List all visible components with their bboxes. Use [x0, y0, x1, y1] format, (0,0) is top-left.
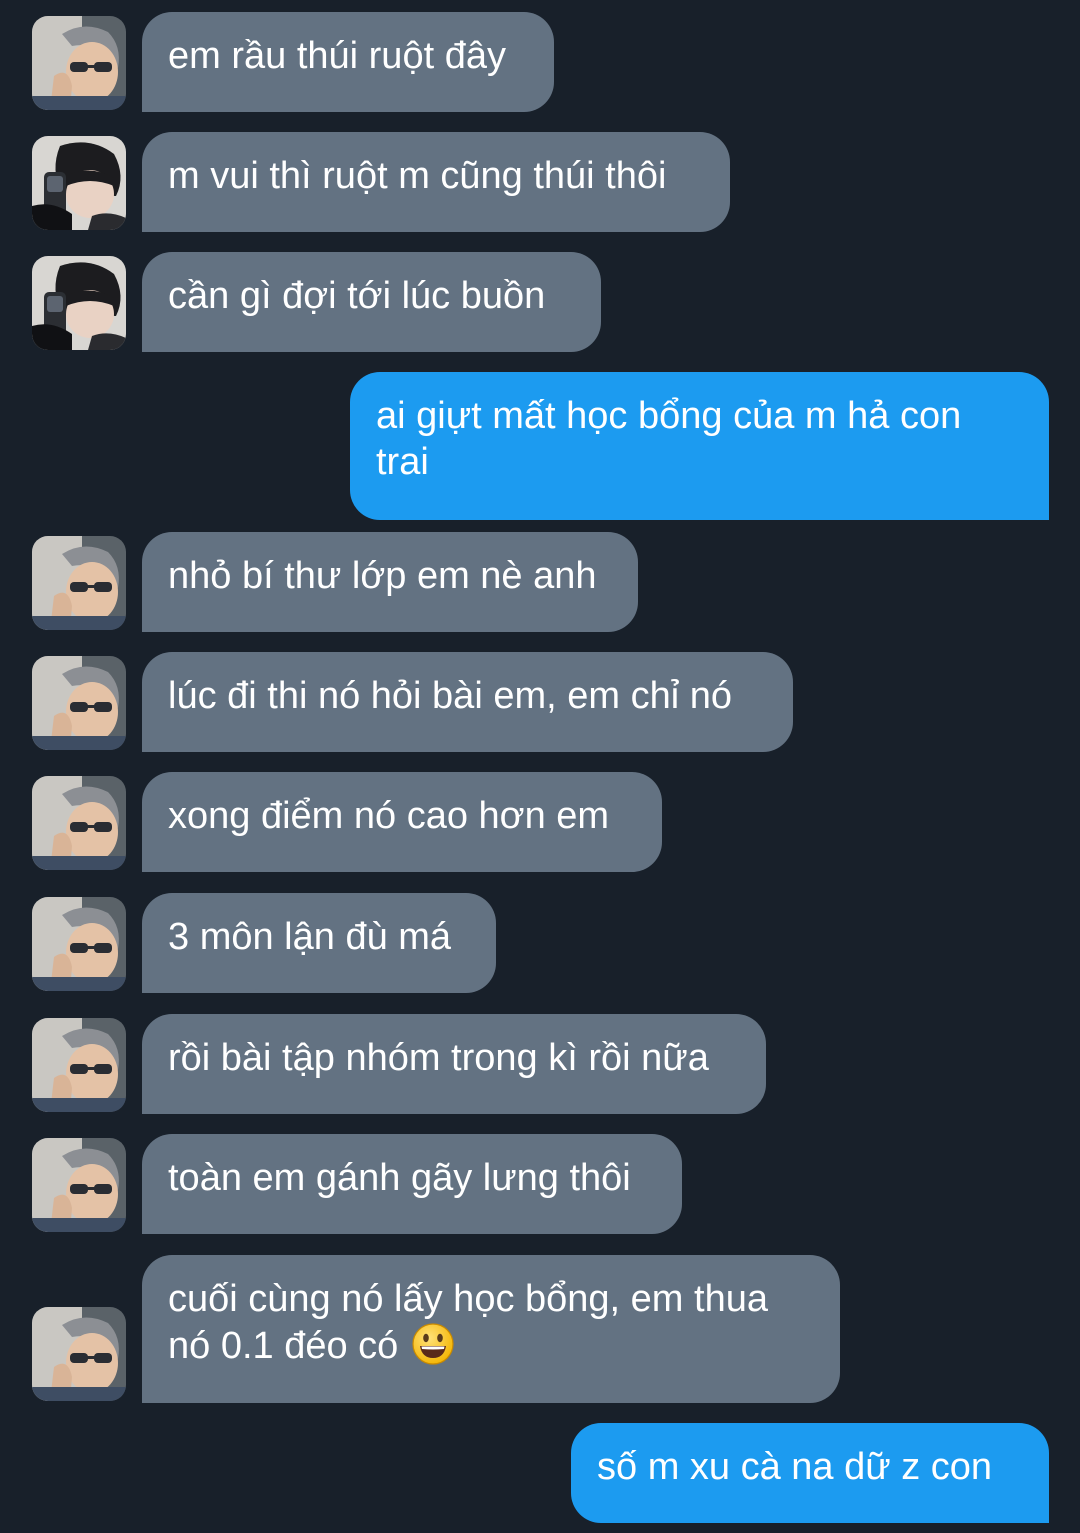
- message-row-incoming: cuối cùng nó lấy học bổng, em thua nó 0.…: [0, 1255, 1080, 1403]
- message-text: ai giựt mất học bổng của m hả con trai: [376, 395, 962, 483]
- incoming-message-bubble[interactable]: rồi bài tập nhóm trong kì rồi nữa: [142, 1014, 766, 1114]
- incoming-message-bubble[interactable]: nhỏ bí thư lớp em nè anh: [142, 532, 638, 632]
- message-text: lúc đi thi nó hỏi bài em, em chỉ nó: [168, 675, 732, 717]
- avatar-sunglasses-image: [32, 1307, 126, 1401]
- message-text: nhỏ bí thư lớp em nè anh: [168, 555, 597, 597]
- message-row-incoming: cần gì đợi tới lúc buồn: [0, 252, 1080, 352]
- incoming-message-bubble[interactable]: cần gì đợi tới lúc buồn: [142, 252, 601, 352]
- message-text: rồi bài tập nhóm trong kì rồi nữa: [168, 1037, 709, 1079]
- incoming-message-bubble[interactable]: cuối cùng nó lấy học bổng, em thua nó 0.…: [142, 1255, 840, 1403]
- avatar-sunglasses-image: [32, 1018, 126, 1112]
- incoming-message-bubble[interactable]: xong điểm nó cao hơn em: [142, 772, 662, 872]
- contact-avatar[interactable]: [32, 16, 126, 110]
- contact-avatar[interactable]: [32, 1018, 126, 1112]
- message-row-incoming: xong điểm nó cao hơn em: [0, 772, 1080, 872]
- avatar-phone-selfie-image: [32, 136, 126, 230]
- message-text: em rầu thúi ruột đây: [168, 35, 506, 77]
- contact-avatar[interactable]: [32, 897, 126, 991]
- avatar-sunglasses-image: [32, 536, 126, 630]
- incoming-message-bubble[interactable]: toàn em gánh gãy lưng thôi: [142, 1134, 682, 1234]
- message-text: cần gì đợi tới lúc buồn: [168, 275, 546, 317]
- incoming-message-bubble[interactable]: lúc đi thi nó hỏi bài em, em chỉ nó: [142, 652, 793, 752]
- avatar-sunglasses-image: [32, 656, 126, 750]
- contact-avatar[interactable]: [32, 256, 126, 350]
- message-row-incoming: m vui thì ruột m cũng thúi thôi: [0, 132, 1080, 232]
- message-row-incoming: em rầu thúi ruột đây: [0, 12, 1080, 112]
- message-text: 3 môn lận đù má: [168, 916, 452, 958]
- incoming-message-bubble[interactable]: m vui thì ruột m cũng thúi thôi: [142, 132, 730, 232]
- message-text: xong điểm nó cao hơn em: [168, 795, 610, 837]
- avatar-sunglasses-image: [32, 897, 126, 991]
- incoming-message-bubble[interactable]: 3 môn lận đù má: [142, 893, 496, 993]
- outgoing-message-bubble[interactable]: số m xu cà na dữ z con: [571, 1423, 1049, 1523]
- message-text: m vui thì ruột m cũng thúi thôi: [168, 155, 667, 197]
- contact-avatar[interactable]: [32, 536, 126, 630]
- avatar-sunglasses-image: [32, 16, 126, 110]
- contact-avatar[interactable]: [32, 656, 126, 750]
- outgoing-message-bubble[interactable]: ai giựt mất học bổng của m hả con trai: [350, 372, 1049, 520]
- contact-avatar[interactable]: [32, 1307, 126, 1401]
- contact-avatar[interactable]: [32, 1138, 126, 1232]
- contact-avatar[interactable]: [32, 136, 126, 230]
- message-row-outgoing: số m xu cà na dữ z con: [0, 1423, 1080, 1523]
- message-row-outgoing: ai giựt mất học bổng của m hả con trai: [0, 372, 1080, 520]
- avatar-sunglasses-image: [32, 776, 126, 870]
- message-row-incoming: rồi bài tập nhóm trong kì rồi nữa: [0, 1014, 1080, 1114]
- incoming-message-bubble[interactable]: em rầu thúi ruột đây: [142, 12, 554, 112]
- avatar-sunglasses-image: [32, 1138, 126, 1232]
- contact-avatar[interactable]: [32, 776, 126, 870]
- message-row-incoming: toàn em gánh gãy lưng thôi: [0, 1134, 1080, 1234]
- avatar-phone-selfie-image: [32, 256, 126, 350]
- message-thread: em rầu thúi ruột đây m vui thì ruột m cũ…: [0, 0, 1080, 1533]
- message-row-incoming: lúc đi thi nó hỏi bài em, em chỉ nó: [0, 652, 1080, 752]
- message-row-incoming: 3 môn lận đù má: [0, 893, 1080, 993]
- message-text: số m xu cà na dữ z con: [597, 1446, 993, 1488]
- message-text: toàn em gánh gãy lưng thôi: [168, 1157, 631, 1199]
- message-text: cuối cùng nó lấy học bổng, em thua nó 0.…: [168, 1278, 768, 1367]
- message-row-incoming: nhỏ bí thư lớp em nè anh: [0, 532, 1080, 632]
- grinning-face-emoji-icon: [411, 1322, 455, 1366]
